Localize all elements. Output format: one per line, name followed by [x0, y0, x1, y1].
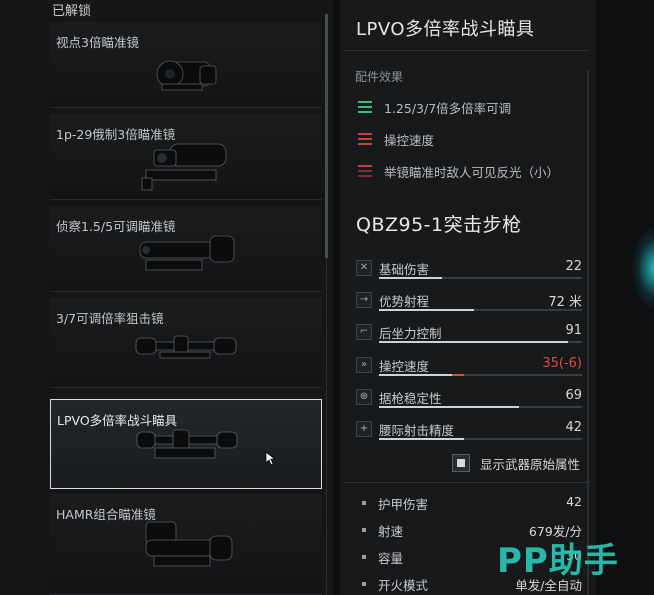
stat-row-handling-speed: » 操控速度 35(-6) [354, 356, 586, 380]
scope-list-panel: 已解锁 视点3倍瞄准镜 1p-29俄制3倍瞄准镜 侦察1.5/5可调瞄准镜 3/… [0, 0, 334, 595]
lpvo-scope-icon [136, 429, 238, 459]
show-original-stats-toggle[interactable]: 显示武器原始属性 [452, 454, 580, 472]
checkbox[interactable] [452, 454, 470, 472]
bullet-icon [362, 501, 366, 505]
reddot-scope-icon [156, 60, 217, 91]
attribute-row: 护甲伤害 42 [362, 494, 582, 512]
scope-card-recon[interactable]: 侦察1.5/5可调瞄准镜 [50, 206, 322, 292]
attachment-detail-panel: LPVO多倍率战斗瞄具 配件效果 1.25/3/7倍多倍率可调 操控速度 举镜瞄… [340, 0, 596, 595]
stat-name: 优势射程 [379, 294, 430, 309]
watermark-logo: PP助手 [497, 541, 619, 581]
weapon-title: QBZ95-1突击步枪 [356, 214, 522, 236]
damage-icon: ✕ [356, 260, 372, 276]
attribute-name: 护甲伤害 [378, 497, 429, 512]
stat-bar [379, 438, 582, 440]
attribute-value: 42 [566, 494, 582, 509]
attachment-title: LPVO多倍率战斗瞄具 [356, 19, 535, 40]
scope-card-1p29[interactable]: 1p-29俄制3倍瞄准镜 [50, 114, 322, 200]
russian-scope-icon [141, 143, 227, 191]
hamr-scope-icon [145, 521, 233, 567]
negative-effect-icon [358, 165, 372, 177]
effect-text: 1.25/3/7倍多倍率可调 [384, 100, 512, 116]
handling-icon: » [356, 357, 372, 373]
effect-row: 操控速度 [358, 130, 434, 148]
stat-value: 22 [565, 259, 582, 274]
stat-name: 基础伤害 [379, 262, 430, 277]
stat-row-effective-range: → 优势射程 72 米 [354, 291, 586, 315]
scope-card-sniper[interactable]: 3/7可调倍率狙击镜 [50, 298, 322, 388]
edge-glow [632, 228, 654, 308]
stat-row-hipfire-accuracy: + 腰际射击精度 42 [354, 420, 586, 444]
stat-value: 72 米 [548, 295, 582, 310]
mouse-cursor-icon [265, 451, 277, 466]
stat-value: 91 [565, 323, 582, 338]
attribute-name: 开火模式 [378, 578, 429, 593]
scope-card-viewpoint[interactable]: 视点3倍瞄准镜 [50, 22, 322, 108]
stat-value: 42 [565, 420, 582, 435]
title-divider [344, 50, 590, 51]
effect-row: 举镜瞄准时敌人可见反光（小） [358, 162, 559, 180]
stat-name: 后坐力控制 [379, 326, 442, 341]
list-scrollbar[interactable] [325, 14, 328, 258]
stat-bar [379, 406, 582, 408]
effects-section-label: 配件效果 [355, 70, 404, 84]
stat-bar [379, 277, 582, 279]
scope-card-lpvo[interactable]: LPVO多倍率战斗瞄具 [50, 399, 322, 489]
bullet-icon [362, 555, 366, 559]
recoil-icon: ⌐ [356, 324, 372, 340]
stability-icon: ⊕ [356, 389, 372, 405]
bullet-icon [362, 582, 366, 586]
stat-value: 35(-6) [542, 356, 582, 371]
sniper-scope-icon [135, 335, 237, 359]
stat-row-stability: ⊕ 据枪稳定性 69 [354, 388, 586, 412]
attribute-name: 射速 [378, 524, 404, 539]
detail-scrollbar[interactable] [587, 70, 589, 595]
stat-row-base-damage: ✕ 基础伤害 22 [354, 259, 586, 283]
unlocked-section-header: 已解锁 [52, 4, 92, 19]
attributes-divider [344, 482, 590, 483]
hipfire-icon: + [356, 421, 372, 437]
effect-row: 1.25/3/7倍多倍率可调 [358, 98, 511, 116]
stat-bar [379, 341, 582, 343]
effect-text: 操控速度 [384, 132, 435, 148]
attribute-name: 容量 [378, 551, 404, 566]
scope-card-hamr[interactable]: HAMR组合瞄准镜 [50, 494, 322, 595]
positive-effect-icon [358, 101, 372, 113]
stat-value: 69 [565, 388, 582, 403]
toggle-label: 显示武器原始属性 [480, 456, 581, 472]
negative-effect-icon [358, 133, 372, 145]
effect-text: 举镜瞄准时敌人可见反光（小） [384, 164, 560, 180]
range-icon: → [356, 292, 372, 308]
stat-name: 据枪稳定性 [379, 391, 442, 406]
stat-name: 腰际射击精度 [379, 423, 455, 438]
bullet-icon [362, 528, 366, 532]
recon-scope-icon [139, 235, 235, 271]
stat-name: 操控速度 [379, 359, 430, 374]
stat-row-recoil-control: ⌐ 后坐力控制 91 [354, 323, 586, 347]
stat-bar [379, 374, 582, 376]
list-scroll-track [326, 258, 327, 595]
stat-bar [379, 309, 582, 311]
